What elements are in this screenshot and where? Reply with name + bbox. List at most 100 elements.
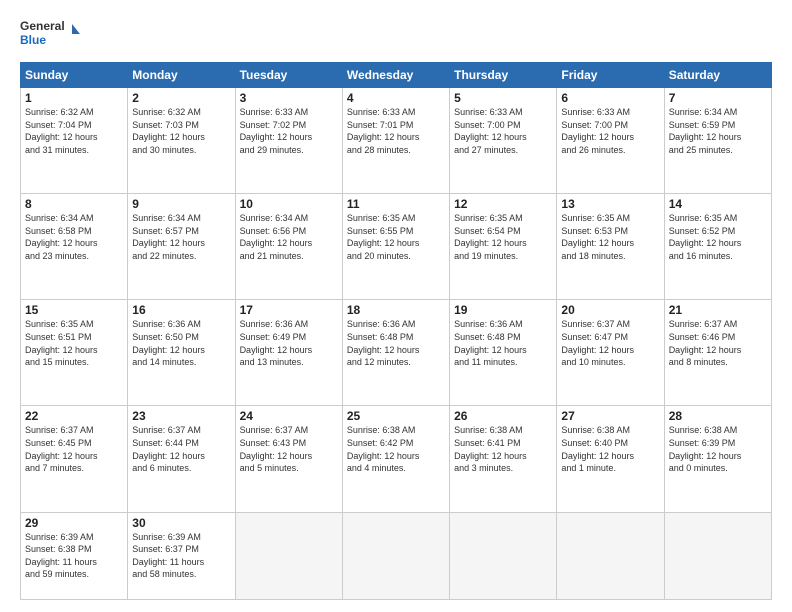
- table-row: 24Sunrise: 6:37 AM Sunset: 6:43 PM Dayli…: [235, 406, 342, 512]
- day-info: Sunrise: 6:36 AM Sunset: 6:50 PM Dayligh…: [132, 318, 230, 368]
- day-number: 26: [454, 409, 552, 423]
- day-info: Sunrise: 6:32 AM Sunset: 7:03 PM Dayligh…: [132, 106, 230, 156]
- table-row: 16Sunrise: 6:36 AM Sunset: 6:50 PM Dayli…: [128, 300, 235, 406]
- day-number: 21: [669, 303, 767, 317]
- table-row: 14Sunrise: 6:35 AM Sunset: 6:52 PM Dayli…: [664, 194, 771, 300]
- day-number: 15: [25, 303, 123, 317]
- col-monday: Monday: [128, 63, 235, 88]
- col-wednesday: Wednesday: [342, 63, 449, 88]
- day-info: Sunrise: 6:38 AM Sunset: 6:41 PM Dayligh…: [454, 424, 552, 474]
- table-row: 5Sunrise: 6:33 AM Sunset: 7:00 PM Daylig…: [450, 88, 557, 194]
- table-row: 11Sunrise: 6:35 AM Sunset: 6:55 PM Dayli…: [342, 194, 449, 300]
- table-row: 18Sunrise: 6:36 AM Sunset: 6:48 PM Dayli…: [342, 300, 449, 406]
- day-info: Sunrise: 6:34 AM Sunset: 6:58 PM Dayligh…: [25, 212, 123, 262]
- day-number: 27: [561, 409, 659, 423]
- day-info: Sunrise: 6:33 AM Sunset: 7:02 PM Dayligh…: [240, 106, 338, 156]
- day-info: Sunrise: 6:34 AM Sunset: 6:57 PM Dayligh…: [132, 212, 230, 262]
- table-row: 8Sunrise: 6:34 AM Sunset: 6:58 PM Daylig…: [21, 194, 128, 300]
- day-number: 18: [347, 303, 445, 317]
- day-number: 5: [454, 91, 552, 105]
- day-info: Sunrise: 6:36 AM Sunset: 6:49 PM Dayligh…: [240, 318, 338, 368]
- table-row: 3Sunrise: 6:33 AM Sunset: 7:02 PM Daylig…: [235, 88, 342, 194]
- day-number: 24: [240, 409, 338, 423]
- day-number: 23: [132, 409, 230, 423]
- col-saturday: Saturday: [664, 63, 771, 88]
- day-number: 13: [561, 197, 659, 211]
- day-info: Sunrise: 6:33 AM Sunset: 7:00 PM Dayligh…: [561, 106, 659, 156]
- day-info: Sunrise: 6:39 AM Sunset: 6:37 PM Dayligh…: [132, 531, 230, 581]
- table-row: [450, 512, 557, 599]
- svg-text:General: General: [20, 19, 65, 33]
- table-row: 9Sunrise: 6:34 AM Sunset: 6:57 PM Daylig…: [128, 194, 235, 300]
- table-row: 19Sunrise: 6:36 AM Sunset: 6:48 PM Dayli…: [450, 300, 557, 406]
- day-number: 7: [669, 91, 767, 105]
- table-row: [557, 512, 664, 599]
- table-row: 10Sunrise: 6:34 AM Sunset: 6:56 PM Dayli…: [235, 194, 342, 300]
- table-row: 22Sunrise: 6:37 AM Sunset: 6:45 PM Dayli…: [21, 406, 128, 512]
- table-row: 1Sunrise: 6:32 AM Sunset: 7:04 PM Daylig…: [21, 88, 128, 194]
- day-info: Sunrise: 6:38 AM Sunset: 6:42 PM Dayligh…: [347, 424, 445, 474]
- weekday-header-row: Sunday Monday Tuesday Wednesday Thursday…: [21, 63, 772, 88]
- day-number: 3: [240, 91, 338, 105]
- day-number: 9: [132, 197, 230, 211]
- table-row: [342, 512, 449, 599]
- table-row: [664, 512, 771, 599]
- table-row: 13Sunrise: 6:35 AM Sunset: 6:53 PM Dayli…: [557, 194, 664, 300]
- day-number: 14: [669, 197, 767, 211]
- day-number: 29: [25, 516, 123, 530]
- day-number: 17: [240, 303, 338, 317]
- table-row: 2Sunrise: 6:32 AM Sunset: 7:03 PM Daylig…: [128, 88, 235, 194]
- table-row: 12Sunrise: 6:35 AM Sunset: 6:54 PM Dayli…: [450, 194, 557, 300]
- table-row: 15Sunrise: 6:35 AM Sunset: 6:51 PM Dayli…: [21, 300, 128, 406]
- svg-text:Blue: Blue: [20, 33, 46, 47]
- table-row: 28Sunrise: 6:38 AM Sunset: 6:39 PM Dayli…: [664, 406, 771, 512]
- day-number: 2: [132, 91, 230, 105]
- day-number: 30: [132, 516, 230, 530]
- day-info: Sunrise: 6:37 AM Sunset: 6:43 PM Dayligh…: [240, 424, 338, 474]
- day-number: 8: [25, 197, 123, 211]
- day-info: Sunrise: 6:37 AM Sunset: 6:45 PM Dayligh…: [25, 424, 123, 474]
- day-number: 10: [240, 197, 338, 211]
- day-info: Sunrise: 6:36 AM Sunset: 6:48 PM Dayligh…: [454, 318, 552, 368]
- day-info: Sunrise: 6:37 AM Sunset: 6:46 PM Dayligh…: [669, 318, 767, 368]
- day-info: Sunrise: 6:35 AM Sunset: 6:53 PM Dayligh…: [561, 212, 659, 262]
- table-row: 26Sunrise: 6:38 AM Sunset: 6:41 PM Dayli…: [450, 406, 557, 512]
- day-number: 16: [132, 303, 230, 317]
- logo-svg: General Blue: [20, 16, 80, 52]
- day-info: Sunrise: 6:34 AM Sunset: 6:59 PM Dayligh…: [669, 106, 767, 156]
- day-info: Sunrise: 6:33 AM Sunset: 7:01 PM Dayligh…: [347, 106, 445, 156]
- day-number: 25: [347, 409, 445, 423]
- table-row: 20Sunrise: 6:37 AM Sunset: 6:47 PM Dayli…: [557, 300, 664, 406]
- day-info: Sunrise: 6:38 AM Sunset: 6:39 PM Dayligh…: [669, 424, 767, 474]
- table-row: 25Sunrise: 6:38 AM Sunset: 6:42 PM Dayli…: [342, 406, 449, 512]
- table-row: 7Sunrise: 6:34 AM Sunset: 6:59 PM Daylig…: [664, 88, 771, 194]
- day-number: 4: [347, 91, 445, 105]
- col-tuesday: Tuesday: [235, 63, 342, 88]
- day-number: 12: [454, 197, 552, 211]
- table-row: 27Sunrise: 6:38 AM Sunset: 6:40 PM Dayli…: [557, 406, 664, 512]
- day-number: 20: [561, 303, 659, 317]
- day-info: Sunrise: 6:35 AM Sunset: 6:52 PM Dayligh…: [669, 212, 767, 262]
- table-row: 29Sunrise: 6:39 AM Sunset: 6:38 PM Dayli…: [21, 512, 128, 599]
- table-row: [235, 512, 342, 599]
- day-info: Sunrise: 6:36 AM Sunset: 6:48 PM Dayligh…: [347, 318, 445, 368]
- table-row: 17Sunrise: 6:36 AM Sunset: 6:49 PM Dayli…: [235, 300, 342, 406]
- day-info: Sunrise: 6:37 AM Sunset: 6:47 PM Dayligh…: [561, 318, 659, 368]
- table-row: 6Sunrise: 6:33 AM Sunset: 7:00 PM Daylig…: [557, 88, 664, 194]
- day-number: 6: [561, 91, 659, 105]
- calendar-table: Sunday Monday Tuesday Wednesday Thursday…: [20, 62, 772, 600]
- table-row: 30Sunrise: 6:39 AM Sunset: 6:37 PM Dayli…: [128, 512, 235, 599]
- day-info: Sunrise: 6:39 AM Sunset: 6:38 PM Dayligh…: [25, 531, 123, 581]
- page: General Blue Sunday Monday Tuesday Wedne…: [0, 0, 792, 612]
- day-info: Sunrise: 6:34 AM Sunset: 6:56 PM Dayligh…: [240, 212, 338, 262]
- table-row: 23Sunrise: 6:37 AM Sunset: 6:44 PM Dayli…: [128, 406, 235, 512]
- day-info: Sunrise: 6:35 AM Sunset: 6:51 PM Dayligh…: [25, 318, 123, 368]
- col-sunday: Sunday: [21, 63, 128, 88]
- day-info: Sunrise: 6:32 AM Sunset: 7:04 PM Dayligh…: [25, 106, 123, 156]
- table-row: 4Sunrise: 6:33 AM Sunset: 7:01 PM Daylig…: [342, 88, 449, 194]
- day-number: 22: [25, 409, 123, 423]
- day-number: 28: [669, 409, 767, 423]
- day-info: Sunrise: 6:35 AM Sunset: 6:55 PM Dayligh…: [347, 212, 445, 262]
- logo: General Blue: [20, 16, 80, 52]
- day-info: Sunrise: 6:35 AM Sunset: 6:54 PM Dayligh…: [454, 212, 552, 262]
